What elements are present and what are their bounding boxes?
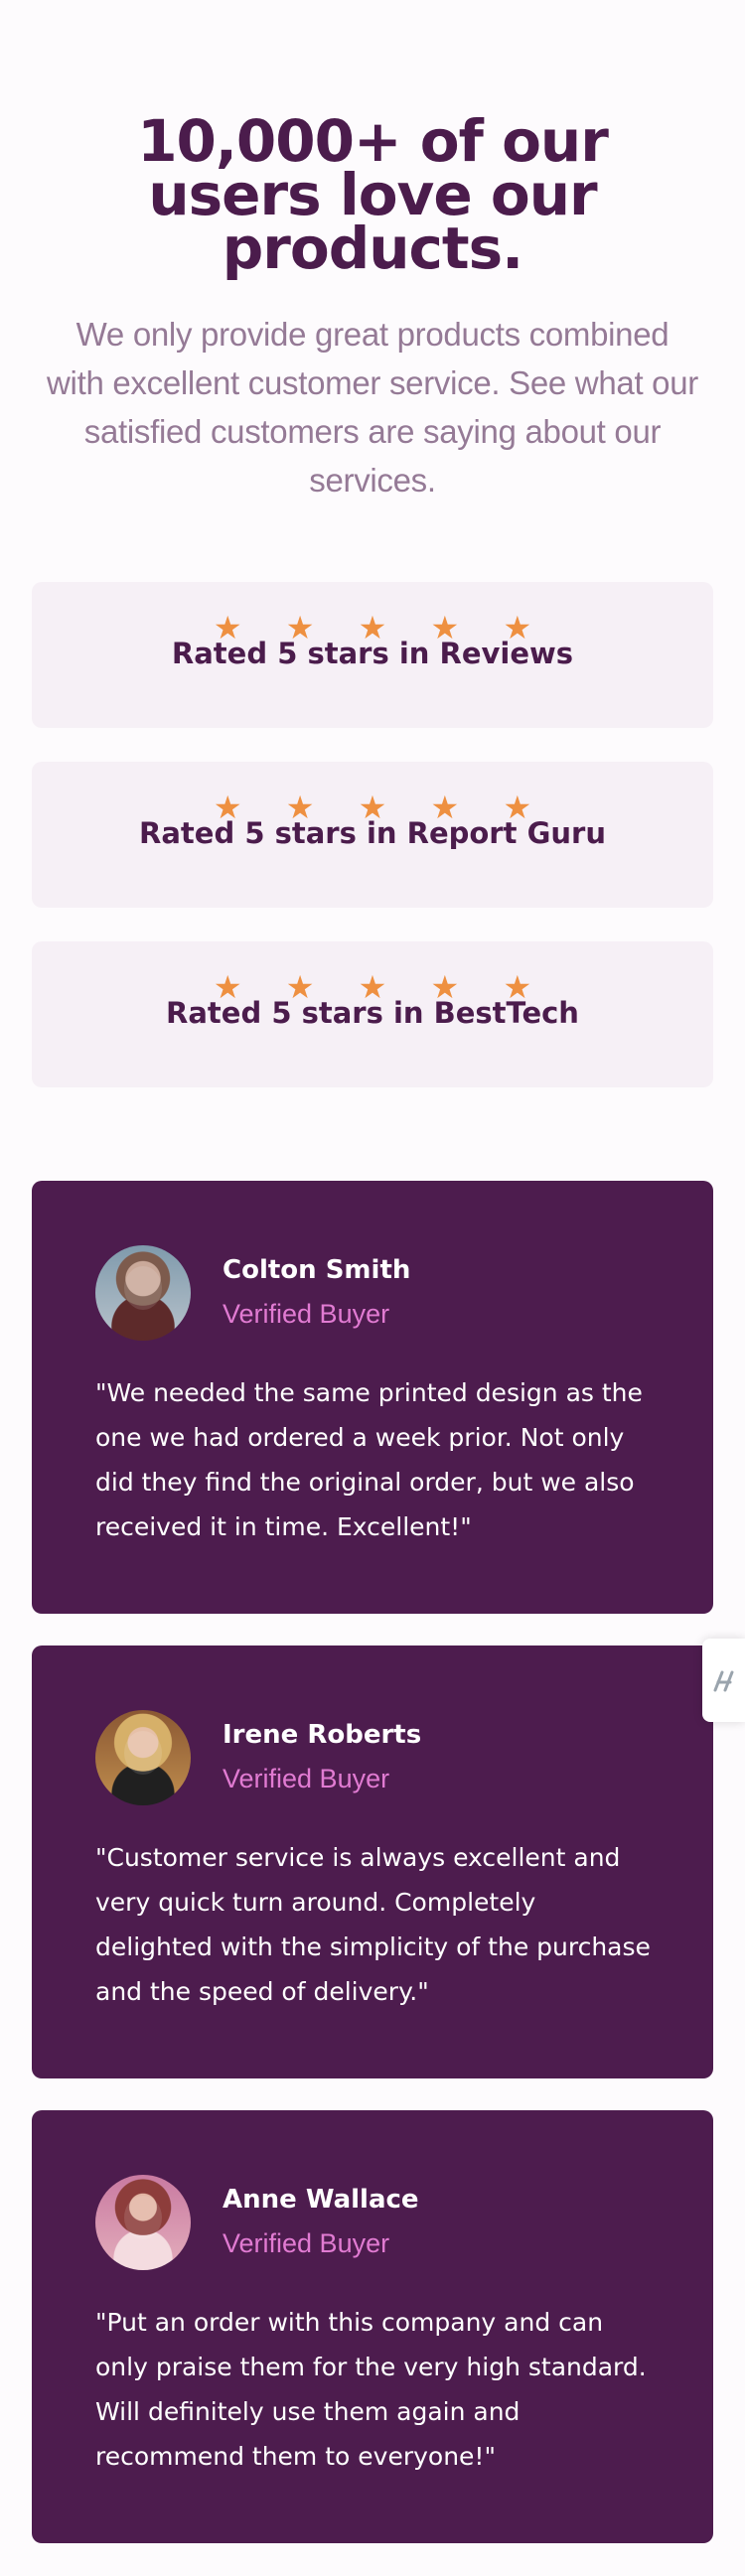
side-widget-icon <box>713 1670 734 1692</box>
testimonial-quote: "Customer service is always excellent an… <box>95 1843 651 2006</box>
testimonial-card-colton-smith: Colton Smith Verified Buyer "We needed t… <box>32 1181 713 1614</box>
testimonial-quote: "We needed the same printed design as th… <box>95 1378 643 1541</box>
customer-name: Irene Roberts <box>223 1720 422 1750</box>
customer-profile: Colton Smith Verified Buyer <box>95 1245 650 1341</box>
customer-name: Anne Wallace <box>223 2185 419 2215</box>
testimonials-page: 10,000+ of our users love our products. … <box>0 0 745 2576</box>
hero-section: 10,000+ of our users love our products. … <box>0 107 745 504</box>
testimonial-quote: "Put an order with this company and can … <box>95 2308 647 2471</box>
verified-buyer-badge: Verified Buyer <box>223 1764 390 1793</box>
avatar <box>95 1245 191 1341</box>
rating-card-besttech: ★ ★ ★ ★ ★ Rated 5 stars in BestTech <box>32 941 713 1087</box>
testimonials-list: Colton Smith Verified Buyer "We needed t… <box>32 1181 713 2575</box>
testimonial-card-irene-roberts: Irene Roberts Verified Buyer "Customer s… <box>32 1646 713 2078</box>
rating-label: Rated 5 stars in Reviews <box>171 637 574 670</box>
rating-label: Rated 5 stars in BestTech <box>166 996 579 1030</box>
customer-profile: Anne Wallace Verified Buyer <box>95 2175 650 2270</box>
verified-buyer-badge: Verified Buyer <box>223 2228 390 2258</box>
verified-buyer-badge: Verified Buyer <box>223 1299 390 1329</box>
hero-title: 10,000+ of our users love our products. <box>137 107 609 282</box>
avatar <box>95 2175 191 2270</box>
rating-card-report-guru: ★ ★ ★ ★ ★ Rated 5 stars in Report Guru <box>32 762 713 908</box>
avatar <box>95 1710 191 1805</box>
hero-description: We only provide great products combined … <box>47 316 698 499</box>
rating-card-reviews: ★ ★ ★ ★ ★ Rated 5 stars in Reviews <box>32 582 713 728</box>
customer-name: Colton Smith <box>223 1255 411 1285</box>
rating-label: Rated 5 stars in Report Guru <box>139 816 606 850</box>
customer-profile: Irene Roberts Verified Buyer <box>95 1710 650 1805</box>
side-widget-button[interactable] <box>702 1639 745 1722</box>
testimonial-card-anne-wallace: Anne Wallace Verified Buyer "Put an orde… <box>32 2110 713 2543</box>
ratings-list: ★ ★ ★ ★ ★ Rated 5 stars in Reviews ★ ★ ★… <box>32 582 713 1121</box>
